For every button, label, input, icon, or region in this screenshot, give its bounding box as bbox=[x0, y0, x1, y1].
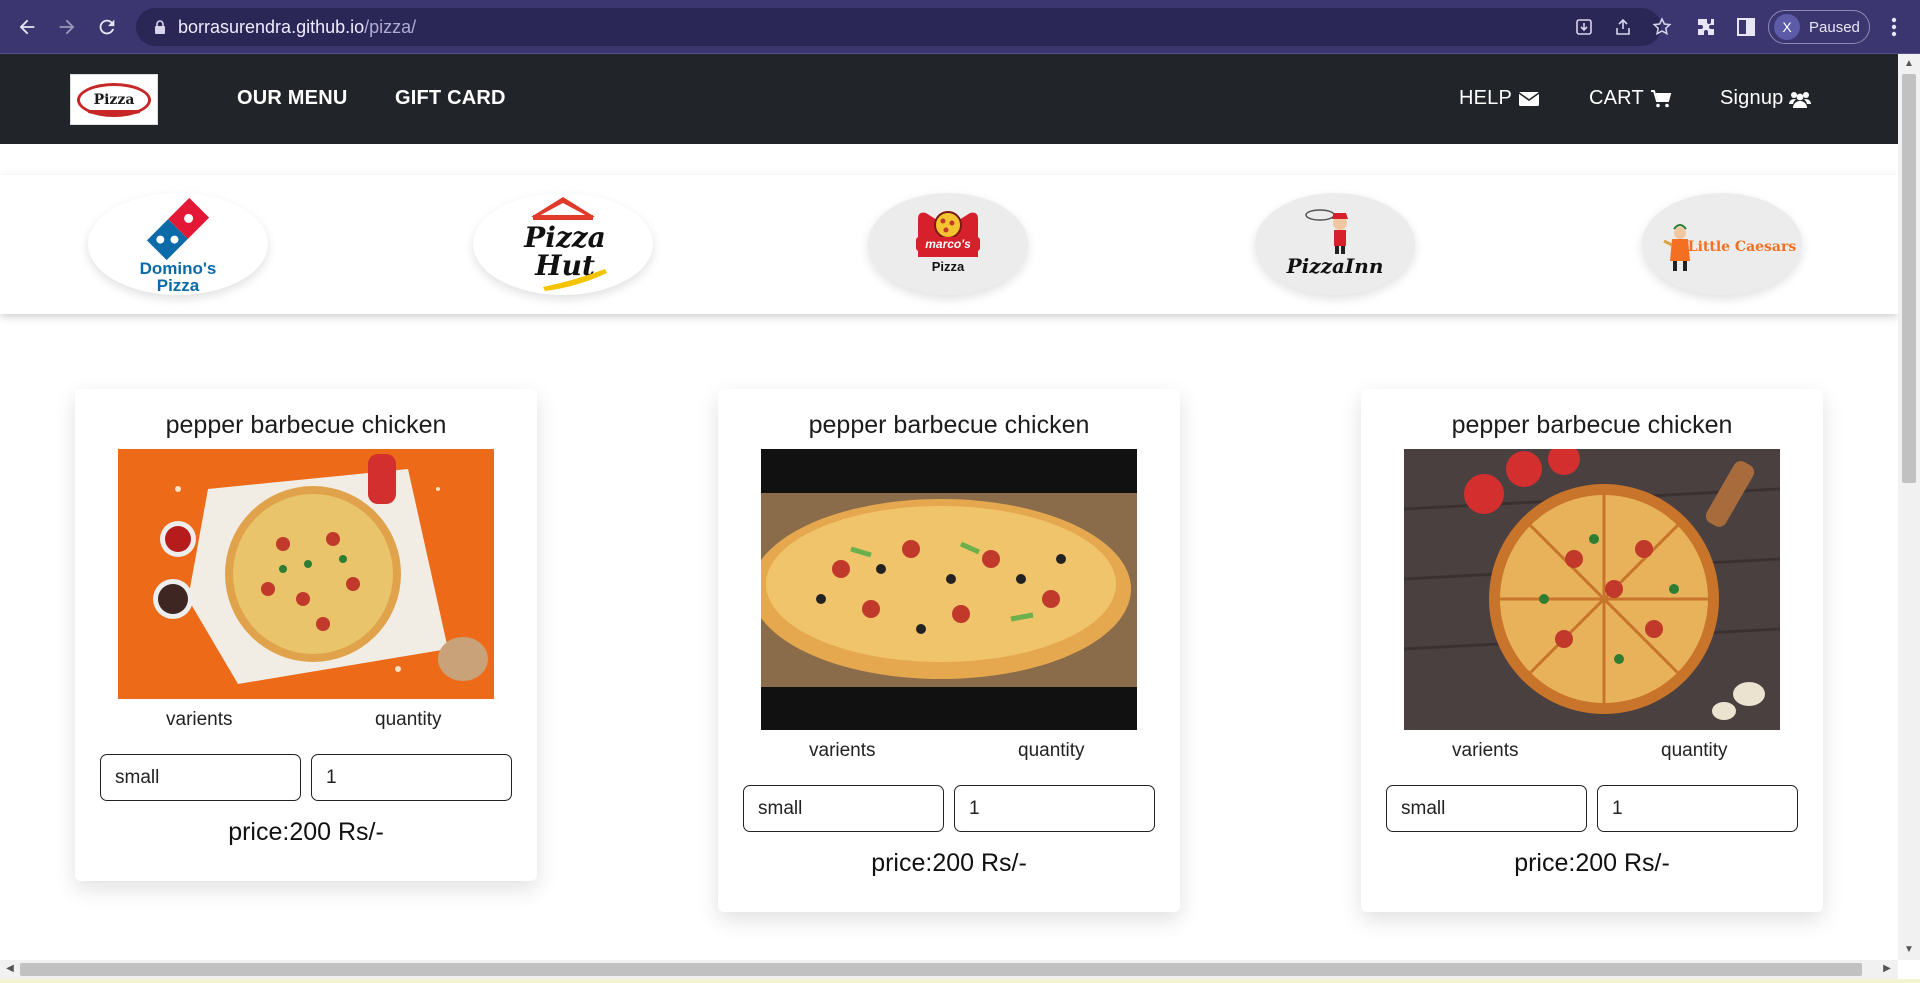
url-text: borrasurendra.github.io/pizza/ bbox=[178, 16, 417, 37]
quantity-select[interactable]: 1 bbox=[311, 754, 512, 801]
card-title: pepper barbecue chicken bbox=[1451, 411, 1733, 439]
extensions-puzzle-icon[interactable] bbox=[1695, 16, 1717, 38]
quantity-select[interactable]: 1 bbox=[1597, 785, 1798, 832]
nav-help[interactable]: HELP bbox=[1459, 87, 1540, 110]
vertical-scrollbar[interactable]: ▲ ▼ bbox=[1898, 54, 1920, 960]
brand-dominos[interactable]: Domino's Pizza bbox=[88, 193, 268, 295]
vertical-scroll-thumb[interactable] bbox=[1902, 74, 1916, 483]
variant-select[interactable]: small bbox=[743, 785, 944, 832]
product-card: pepper barbecue chicken varients quantit… bbox=[1361, 389, 1823, 912]
quantity-label: quantity bbox=[1661, 740, 1728, 761]
variants-label: varients bbox=[166, 709, 233, 730]
card-price: price:200 Rs/- bbox=[1514, 849, 1670, 877]
variants-label: varients bbox=[809, 740, 876, 761]
pizza-image bbox=[118, 449, 494, 699]
marcos-logo-icon: marco's Pizza bbox=[916, 211, 980, 274]
site-navbar: Pizza OUR MENU GIFT CARD HELP CART Signu… bbox=[0, 54, 1898, 144]
brand-pizza-hut[interactable]: Pizza Hut bbox=[473, 193, 653, 295]
pizza-image bbox=[761, 449, 1137, 730]
profile-status: Paused bbox=[1809, 18, 1860, 36]
lock-icon bbox=[155, 20, 165, 34]
scroll-up-arrow-icon[interactable]: ▲ bbox=[1902, 57, 1916, 71]
pizza-inn-logo-icon: PizzaInn bbox=[1286, 209, 1384, 278]
svg-text:Little Caesars: Little Caesars bbox=[1688, 239, 1797, 255]
product-card: pepper barbecue chicken varients quantit… bbox=[75, 389, 537, 881]
product-card: pepper barbecue chicken varients quantit… bbox=[718, 389, 1180, 912]
variant-select[interactable]: small bbox=[100, 754, 301, 801]
pizza-image bbox=[1404, 449, 1780, 730]
users-icon bbox=[1789, 91, 1812, 108]
share-icon[interactable] bbox=[1613, 17, 1633, 37]
envelope-icon bbox=[1518, 91, 1540, 106]
svg-text:PizzaInn: PizzaInn bbox=[1286, 254, 1384, 278]
card-price: price:200 Rs/- bbox=[228, 818, 384, 846]
forward-arrow-icon[interactable] bbox=[53, 13, 81, 41]
variant-select[interactable]: small bbox=[1386, 785, 1587, 832]
side-panel-icon[interactable] bbox=[1735, 16, 1757, 38]
card-price: price:200 Rs/- bbox=[871, 849, 1027, 877]
nav-gift-card[interactable]: GIFT CARD bbox=[395, 87, 506, 110]
dominos-logo-icon: Domino's Pizza bbox=[140, 197, 216, 295]
avatar: X bbox=[1774, 14, 1800, 40]
quantity-label: quantity bbox=[1018, 740, 1085, 761]
bookmark-star-icon[interactable] bbox=[1652, 17, 1672, 37]
brand-pizza-inn[interactable]: PizzaInn bbox=[1255, 193, 1415, 295]
nav-our-menu[interactable]: OUR MENU bbox=[237, 87, 348, 110]
little-caesars-logo-icon: Little Caesars bbox=[1663, 224, 1797, 271]
horizontal-scroll-thumb[interactable] bbox=[20, 963, 1862, 976]
pizza-hut-logo-icon: Pizza Hut bbox=[523, 197, 607, 291]
reload-icon[interactable] bbox=[93, 13, 121, 41]
variants-label: varients bbox=[1452, 740, 1519, 761]
scroll-right-arrow-icon[interactable]: ▶ bbox=[1880, 962, 1894, 976]
card-title: pepper barbecue chicken bbox=[808, 411, 1090, 439]
nav-signup[interactable]: Signup bbox=[1720, 87, 1812, 110]
address-bar[interactable]: borrasurendra.github.io/pizza/ bbox=[136, 8, 1672, 46]
scroll-left-arrow-icon[interactable]: ◀ bbox=[3, 962, 17, 976]
brand-marcos[interactable]: marco's Pizza bbox=[868, 193, 1028, 295]
brand-strip: Domino's Pizza Pizza Hut marco's Pizza P… bbox=[0, 175, 1898, 314]
pizza-logo-icon: Pizza bbox=[77, 82, 151, 117]
install-app-icon[interactable] bbox=[1574, 17, 1594, 37]
svg-text:Pizza: Pizza bbox=[157, 276, 200, 295]
brand-little-caesars[interactable]: Little Caesars bbox=[1642, 193, 1802, 295]
svg-text:Pizza: Pizza bbox=[932, 259, 965, 274]
quantity-label: quantity bbox=[375, 709, 442, 730]
card-title: pepper barbecue chicken bbox=[165, 411, 447, 439]
back-arrow-icon[interactable] bbox=[13, 13, 41, 41]
site-logo[interactable]: Pizza bbox=[70, 74, 158, 125]
bottom-divider bbox=[0, 979, 1920, 983]
scroll-down-arrow-icon[interactable]: ▼ bbox=[1902, 943, 1916, 957]
quantity-select[interactable]: 1 bbox=[954, 785, 1155, 832]
nav-cart[interactable]: CART bbox=[1589, 87, 1672, 110]
cart-icon bbox=[1650, 89, 1672, 107]
profile-button[interactable]: X Paused bbox=[1768, 10, 1870, 44]
horizontal-scrollbar[interactable]: ◀ ▶ bbox=[0, 960, 1898, 979]
more-menu-icon[interactable] bbox=[1884, 14, 1904, 40]
browser-toolbar: borrasurendra.github.io/pizza/ X Paused bbox=[0, 0, 1920, 54]
svg-text:marco's: marco's bbox=[925, 237, 971, 251]
